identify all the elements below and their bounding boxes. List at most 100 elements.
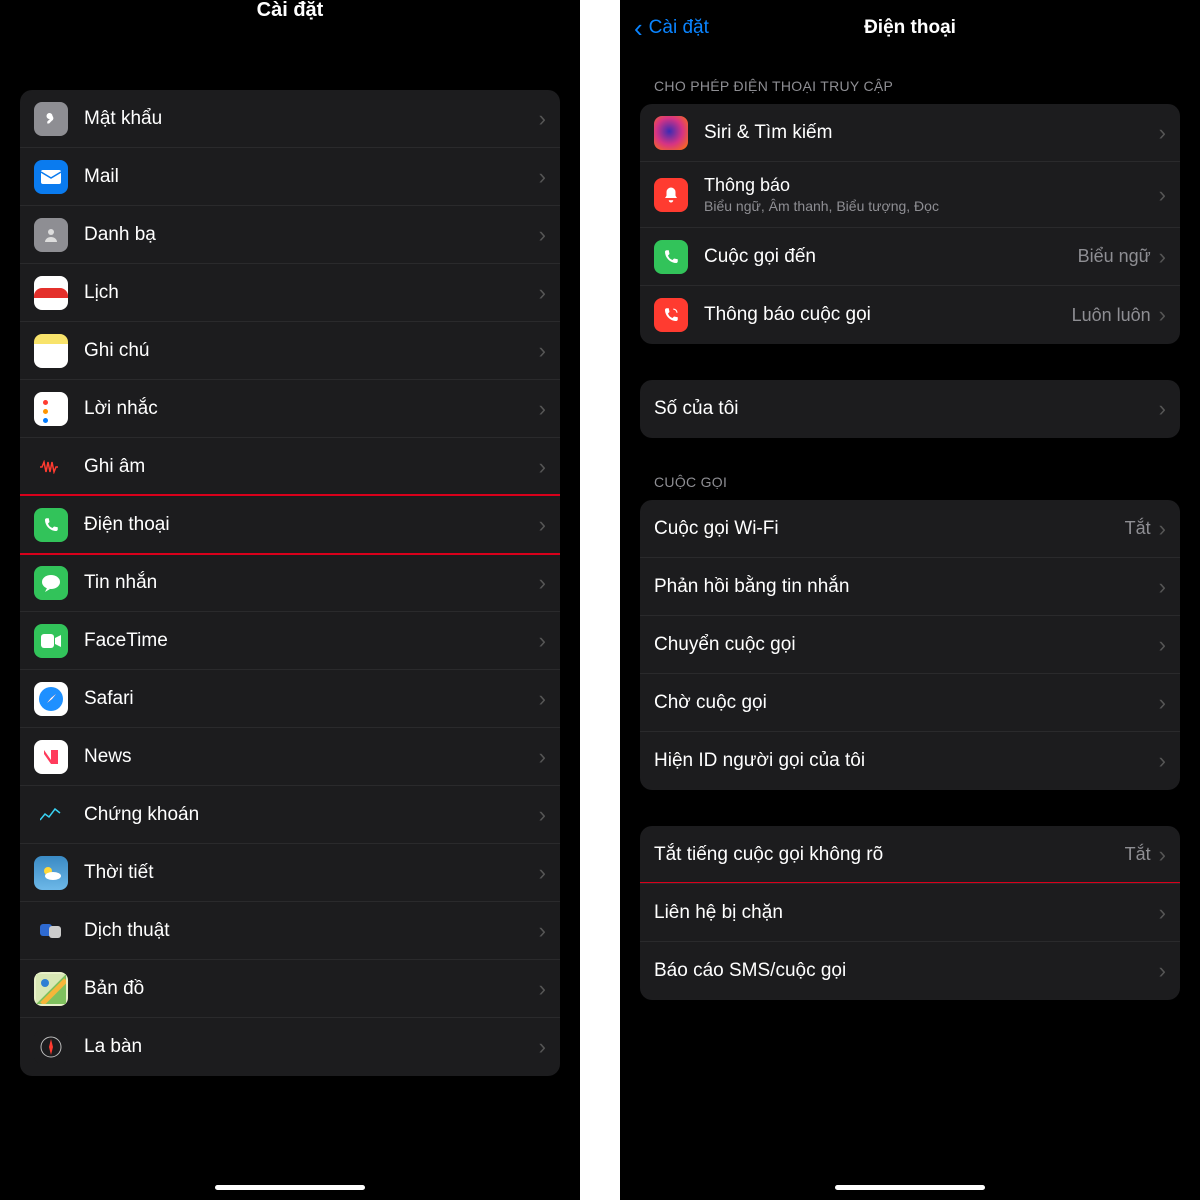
settings-row-facetime[interactable]: FaceTime › [20,612,560,670]
chevron-right-icon: › [1159,900,1166,926]
row-label: Tắt tiếng cuộc gọi không rõ [654,844,1125,866]
row-blocked-contacts[interactable]: Liên hệ bị chặn › [640,884,1180,942]
back-button[interactable]: ‹ Cài đặt [634,15,709,41]
settings-row-passwords[interactable]: Mật khẩu › [20,90,560,148]
row-label: Thông báo cuộc gọi [704,304,1072,326]
compass-icon [34,1030,68,1064]
settings-list: Mật khẩu › Mail › Danh bạ › Lịch › Ghi c… [20,90,560,1076]
news-icon [34,740,68,774]
silence-group: Tắt tiếng cuộc gọi không rõ Tắt › Liên h… [640,826,1180,1000]
chevron-right-icon: › [539,628,546,654]
chevron-right-icon: › [1159,244,1166,270]
row-label: Ghi chú [84,340,539,362]
back-label: Cài đặt [649,17,709,39]
row-label: Cuộc gọi Wi-Fi [654,518,1125,540]
row-label: La bàn [84,1036,539,1058]
row-label: Chuyển cuộc gọi [654,634,1159,656]
chevron-right-icon: › [539,918,546,944]
chevron-right-icon: › [539,222,546,248]
access-group: Siri & Tìm kiếm › Thông báo Biểu ngữ, Âm… [640,104,1180,344]
row-sms-call-reporting[interactable]: Báo cáo SMS/cuộc gọi › [640,942,1180,1000]
row-label: Phản hồi bằng tin nhắn [654,576,1159,598]
chevron-left-icon: ‹ [634,15,643,41]
siri-icon [654,116,688,150]
row-show-my-caller-id[interactable]: Hiện ID người gọi của tôi › [640,732,1180,790]
row-label: Lịch [84,282,539,304]
settings-row-phone[interactable]: Điện thoại › [20,496,560,554]
chevron-right-icon: › [539,280,546,306]
row-label: Số của tôi [654,398,1159,420]
chevron-right-icon: › [1159,842,1166,868]
settings-row-stocks[interactable]: Chứng khoán › [20,786,560,844]
chevron-right-icon: › [539,860,546,886]
row-label: FaceTime [84,630,539,652]
chevron-right-icon: › [1159,958,1166,984]
contacts-icon [34,218,68,252]
settings-row-translate[interactable]: Dịch thuật › [20,902,560,960]
row-siri-search[interactable]: Siri & Tìm kiếm › [640,104,1180,162]
home-indicator[interactable] [215,1185,365,1190]
row-silence-unknown-callers[interactable]: Tắt tiếng cuộc gọi không rõ Tắt › [640,826,1180,884]
settings-row-mail[interactable]: Mail › [20,148,560,206]
chevron-right-icon: › [539,802,546,828]
row-subtitle: Biểu ngữ, Âm thanh, Biểu tượng, Đọc [704,198,1159,214]
settings-row-reminders[interactable]: Lời nhắc › [20,380,560,438]
calendar-icon [34,276,68,310]
chevron-right-icon: › [1159,632,1166,658]
row-call-forwarding[interactable]: Chuyển cuộc gọi › [640,616,1180,674]
weather-icon [34,856,68,890]
row-label: Điện thoại [84,514,539,536]
stocks-icon [34,798,68,832]
chevron-right-icon: › [539,106,546,132]
row-value: Biểu ngữ [1078,246,1151,267]
row-my-number[interactable]: Số của tôi › [640,380,1180,438]
row-label: Danh bạ [84,224,539,246]
row-label: News [84,746,539,768]
row-respond-with-text[interactable]: Phản hồi bằng tin nhắn › [640,558,1180,616]
row-label: Cuộc gọi đến [704,246,1078,268]
row-label: Thời tiết [84,862,539,884]
phone-incoming-icon [654,240,688,274]
settings-row-calendar[interactable]: Lịch › [20,264,560,322]
section-header-calls: CUỘC GỌI [654,474,1166,490]
settings-row-contacts[interactable]: Danh bạ › [20,206,560,264]
settings-row-maps[interactable]: Bản đồ › [20,960,560,1018]
settings-row-messages[interactable]: Tin nhắn › [20,554,560,612]
page-title: Cài đặt [0,0,580,50]
home-indicator[interactable] [835,1185,985,1190]
settings-row-news[interactable]: News › [20,728,560,786]
row-incoming-calls[interactable]: Cuộc gọi đến Biểu ngữ › [640,228,1180,286]
chevron-right-icon: › [1159,182,1166,208]
row-wifi-calling[interactable]: Cuộc gọi Wi-Fi Tắt › [640,500,1180,558]
row-label: Dịch thuật [84,920,539,942]
row-label: Liên hệ bị chặn [654,902,1159,924]
chevron-right-icon: › [1159,690,1166,716]
row-announce-calls[interactable]: Thông báo cuộc gọi Luôn luôn › [640,286,1180,344]
bell-icon [654,178,688,212]
settings-screen-left: Cài đặt Mật khẩu › Mail › Danh bạ › Lịch… [0,0,580,1200]
settings-row-weather[interactable]: Thời tiết › [20,844,560,902]
chevron-right-icon: › [539,570,546,596]
settings-row-safari[interactable]: Safari › [20,670,560,728]
row-value: Tắt [1125,844,1151,865]
row-label: Safari [84,688,539,710]
row-label: Báo cáo SMS/cuộc gọi [654,960,1159,982]
nav-header: ‹ Cài đặt Điện thoại [620,0,1200,48]
chevron-right-icon: › [539,512,546,538]
row-call-waiting[interactable]: Chờ cuộc gọi › [640,674,1180,732]
row-label: Tin nhắn [84,572,539,594]
row-label: Chờ cuộc gọi [654,692,1159,714]
chevron-right-icon: › [539,338,546,364]
settings-row-compass[interactable]: La bàn › [20,1018,560,1076]
settings-row-notes[interactable]: Ghi chú › [20,322,560,380]
chevron-right-icon: › [539,1034,546,1060]
row-label: Siri & Tìm kiếm [704,122,1159,144]
phone-settings-screen: ‹ Cài đặt Điện thoại CHO PHÉP ĐIỆN THOẠI… [620,0,1200,1200]
settings-row-voice-memos[interactable]: Ghi âm › [20,438,560,496]
row-notifications[interactable]: Thông báo Biểu ngữ, Âm thanh, Biểu tượng… [640,162,1180,228]
row-label: Bản đồ [84,978,539,1000]
chevron-right-icon: › [539,454,546,480]
row-label: Mật khẩu [84,108,539,130]
chevron-right-icon: › [1159,748,1166,774]
chevron-right-icon: › [1159,574,1166,600]
